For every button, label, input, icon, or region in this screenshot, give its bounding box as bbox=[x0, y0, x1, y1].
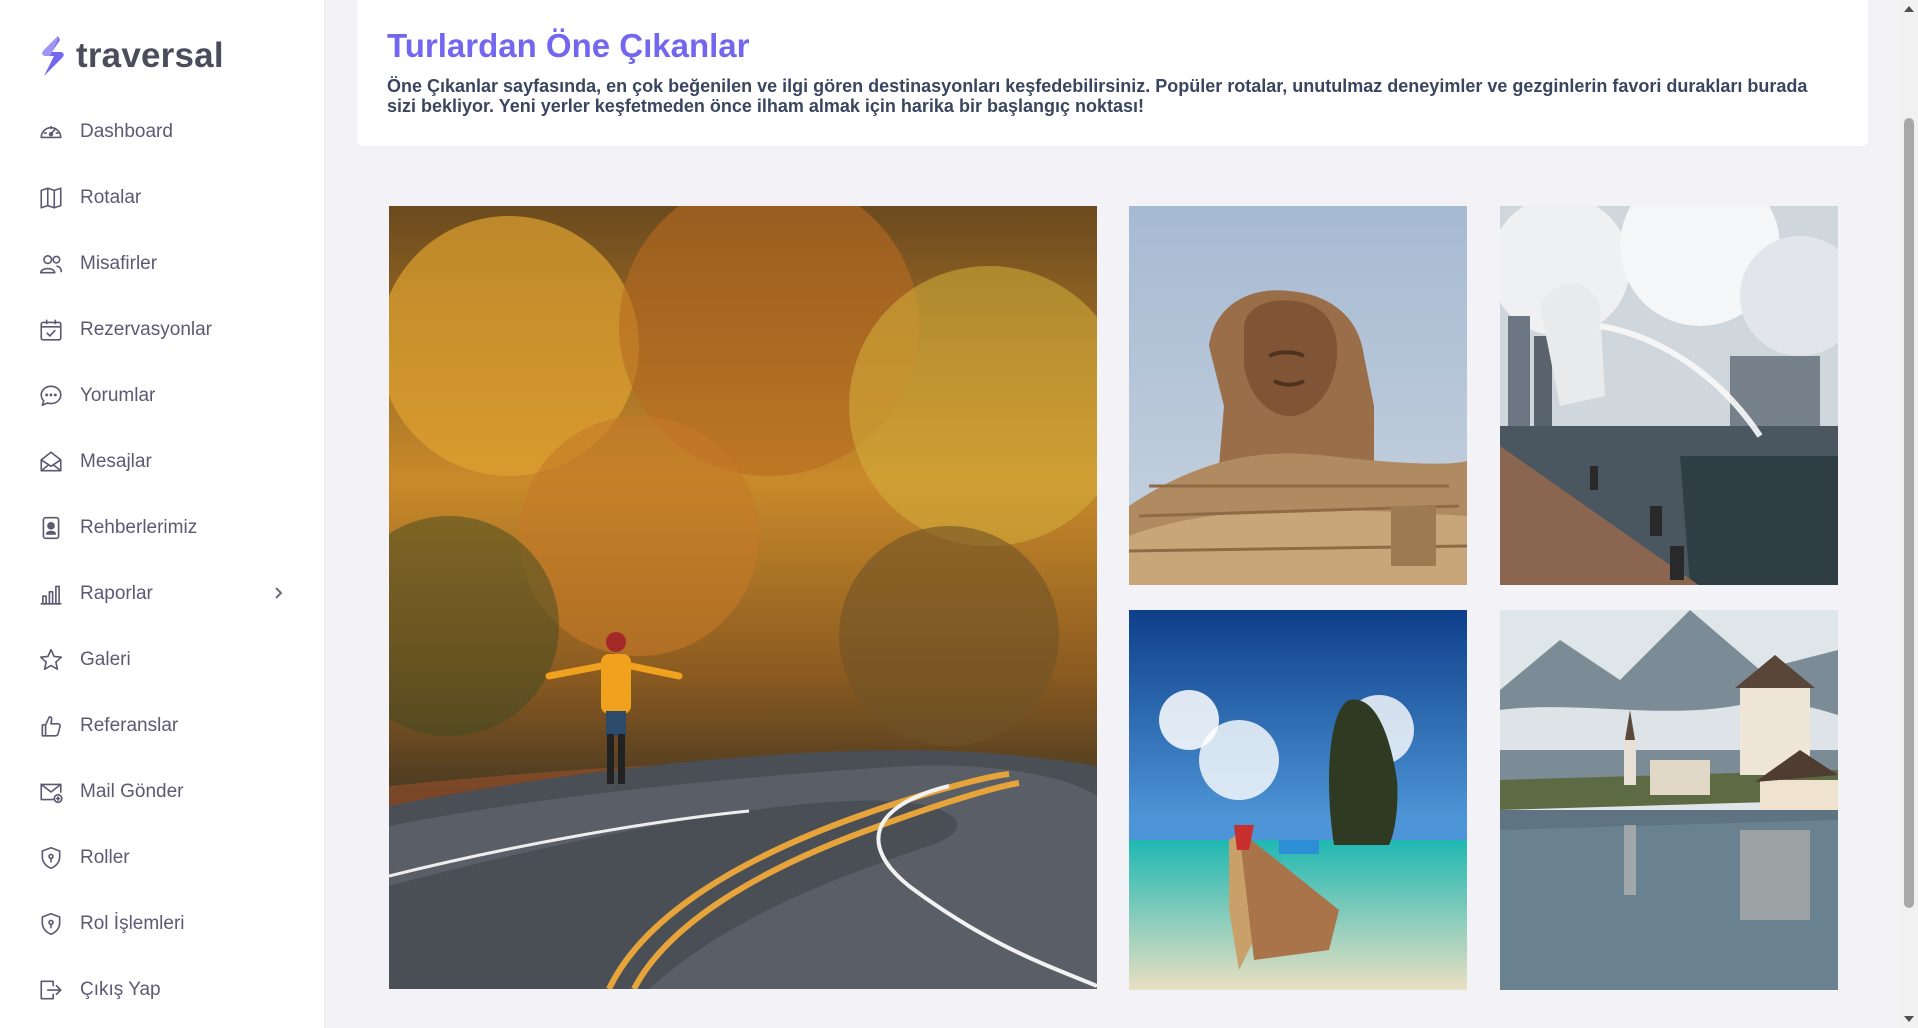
scroll-up-arrow-icon[interactable] bbox=[1904, 6, 1914, 12]
calendar-check-icon bbox=[38, 317, 64, 343]
brand-name: traversal bbox=[76, 36, 224, 75]
sidebar-item-label: Referanslar bbox=[80, 715, 179, 736]
sidebar-item-misafirler[interactable]: Misafirler bbox=[0, 231, 324, 297]
sidebar-item-label: Galeri bbox=[80, 649, 131, 670]
gallery-image-merlion[interactable] bbox=[1500, 206, 1838, 585]
sidebar-item-label: Dashboard bbox=[80, 121, 173, 142]
sidebar-item-cikis-yap[interactable]: Çıkış Yap bbox=[0, 957, 324, 1023]
sidebar-item-label: Roller bbox=[80, 847, 130, 868]
sidebar-item-mesajlar[interactable]: Mesajlar bbox=[0, 429, 324, 495]
page-header-card: Turlardan Öne Çıkanlar Öne Çıkanlar sayf… bbox=[357, 0, 1868, 146]
mail-send-icon bbox=[38, 779, 64, 805]
envelope-open-icon bbox=[38, 449, 64, 475]
scroll-down-arrow-icon[interactable] bbox=[1904, 1016, 1914, 1022]
sidebar-item-galeri[interactable]: Galeri bbox=[0, 627, 324, 693]
sidebar-item-label: Çıkış Yap bbox=[80, 979, 161, 1000]
sidebar-item-rezervasyonlar[interactable]: Rezervasyonlar bbox=[0, 297, 324, 363]
speedometer-icon bbox=[38, 119, 64, 145]
page-title: Turlardan Öne Çıkanlar bbox=[387, 27, 750, 64]
chevron-right-icon[interactable] bbox=[270, 585, 286, 601]
sidebar-item-label: Yorumlar bbox=[80, 385, 156, 406]
sidebar-item-yorumlar[interactable]: Yorumlar bbox=[0, 363, 324, 429]
gallery-image-hallstatt[interactable] bbox=[1500, 610, 1838, 990]
map-icon bbox=[38, 185, 64, 211]
scrollbar-thumb[interactable] bbox=[1904, 118, 1914, 908]
gallery-image-sphinx[interactable] bbox=[1129, 206, 1467, 585]
thumb-up-icon bbox=[38, 713, 64, 739]
sidebar-item-roller[interactable]: Roller bbox=[0, 825, 324, 891]
sidebar-item-dashboard[interactable]: Dashboard bbox=[0, 99, 324, 165]
sidebar-item-label: Rehberlerimiz bbox=[80, 517, 198, 538]
sidebar: traversal Dashboard Rotalar Misafirler R… bbox=[0, 0, 324, 1028]
sidebar-item-label: Mail Gönder bbox=[80, 781, 184, 802]
brand-logo-icon bbox=[42, 36, 64, 76]
sidebar-item-label: Misafirler bbox=[80, 253, 158, 274]
sidebar-item-mail-gonder[interactable]: Mail Gönder bbox=[0, 759, 324, 825]
shield-icon bbox=[38, 845, 64, 871]
sidebar-item-label: Rezervasyonlar bbox=[80, 319, 212, 340]
sidebar-item-label: Raporlar bbox=[80, 583, 153, 604]
star-icon bbox=[38, 647, 64, 673]
sidebar-nav: Dashboard Rotalar Misafirler Rezervasyon… bbox=[0, 99, 324, 1023]
sidebar-item-rotalar[interactable]: Rotalar bbox=[0, 165, 324, 231]
shield-lock-icon bbox=[38, 911, 64, 937]
gallery-image-autumn-road[interactable] bbox=[389, 206, 1097, 989]
sidebar-item-label: Rotalar bbox=[80, 187, 142, 208]
page-description: Öne Çıkanlar sayfasında, en çok beğenile… bbox=[387, 76, 1808, 116]
id-badge-icon bbox=[38, 515, 64, 541]
gallery-image-beach-boat[interactable] bbox=[1129, 610, 1467, 990]
sidebar-item-label: Rol İşlemleri bbox=[80, 913, 185, 934]
logout-icon bbox=[38, 977, 64, 1003]
brand[interactable]: traversal bbox=[38, 34, 224, 78]
sidebar-item-label: Mesajlar bbox=[80, 451, 152, 472]
bar-chart-icon bbox=[38, 581, 64, 607]
users-icon bbox=[38, 251, 64, 277]
sidebar-item-referanslar[interactable]: Referanslar bbox=[0, 693, 324, 759]
sidebar-item-rol-islemleri[interactable]: Rol İşlemleri bbox=[0, 891, 324, 957]
page-scrollbar[interactable] bbox=[1900, 0, 1918, 1028]
sidebar-item-rehberlerimiz[interactable]: Rehberlerimiz bbox=[0, 495, 324, 561]
sidebar-item-raporlar[interactable]: Raporlar bbox=[0, 561, 324, 627]
chat-icon bbox=[38, 383, 64, 409]
